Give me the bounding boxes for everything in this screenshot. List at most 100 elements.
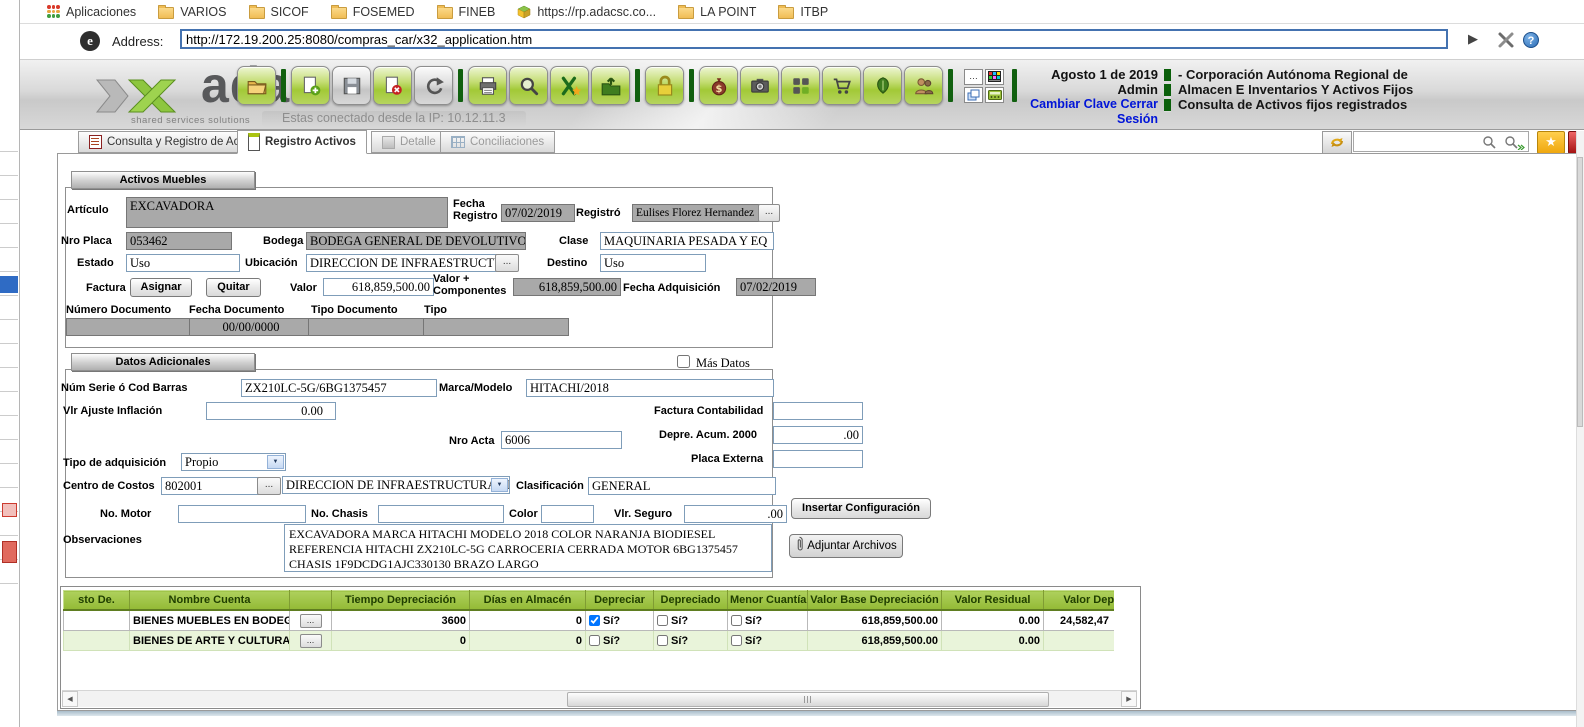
col-nombre-cuenta[interactable]: Nombre Cuenta [130, 591, 290, 611]
depreciar-checkbox[interactable] [589, 635, 600, 646]
scroll-right-arrow[interactable]: ▶ [1121, 691, 1137, 707]
col-depreciado[interactable]: Depreciado [654, 591, 728, 611]
undo-icon[interactable] [414, 66, 453, 105]
mas-datos-checkbox[interactable] [677, 355, 690, 368]
copy-pages-icon[interactable] [964, 87, 983, 103]
ubicacion-lookup-button[interactable]: ... [495, 254, 519, 272]
org-line-2: Almacen E Inventarios Y Activos Fijos [1178, 82, 1413, 97]
row-lookup-button[interactable]: ... [300, 634, 322, 648]
col-valor-residual[interactable]: Valor Residual [942, 591, 1044, 611]
observaciones-field[interactable]: EXCAVADORA MARCA HITACHI MODELO 2018 COL… [284, 524, 772, 572]
bookmark-adacsc[interactable]: https://rp.adacsc.co... [506, 5, 667, 19]
depre-acum-field[interactable]: .00 [773, 426, 863, 444]
delete-document-icon[interactable] [373, 66, 412, 105]
registro-lookup-button[interactable]: ... [758, 204, 780, 222]
menor-cuantia-checkbox[interactable] [731, 615, 742, 626]
horizontal-scrollbar[interactable]: ◀ ▶ [62, 690, 1137, 707]
row-lookup-button[interactable]: ... [300, 614, 322, 628]
help-icon[interactable]: ? [1523, 32, 1539, 48]
quitar-button[interactable]: Quitar [206, 278, 261, 297]
bookmark-lapoint[interactable]: LA POINT [667, 5, 767, 19]
logout-link[interactable]: Cerrar Sesión [1117, 97, 1158, 126]
vlr-ajuste-field[interactable]: 0.00 [206, 402, 336, 420]
col-gasto-de[interactable]: sto De. [64, 591, 130, 611]
change-password-link[interactable]: Cambiar Clave [1030, 97, 1117, 111]
depreciado-checkbox[interactable] [657, 635, 668, 646]
menor-cuantia-checkbox[interactable] [731, 635, 742, 646]
tab-detalle[interactable]: Detalle [371, 131, 447, 153]
placa-externa-field[interactable] [773, 450, 863, 468]
tipo-adquisicion-select[interactable]: Propio▼ [181, 453, 286, 471]
money-icon[interactable]: $ [699, 66, 738, 105]
ubicacion-field[interactable]: DIRECCION DE INFRAESTRUCTU [306, 254, 497, 272]
eco-hand-icon[interactable] [863, 66, 902, 105]
chevron-down-icon[interactable]: ▼ [491, 478, 508, 492]
col-dias-almacen[interactable]: Días en Almacén [470, 591, 586, 611]
insertar-configuracion-button[interactable]: Insertar Configuración [791, 498, 931, 519]
factura-contabilidad-field[interactable] [773, 402, 863, 420]
no-motor-field[interactable] [178, 505, 306, 523]
asignar-button[interactable]: Asignar [130, 278, 192, 297]
search-icon[interactable] [509, 66, 548, 105]
estado-field[interactable]: Uso [126, 254, 240, 272]
col-valor-depreciacion[interactable]: Valor Depreci [1044, 591, 1115, 611]
refresh-button[interactable] [1322, 131, 1352, 154]
favorite-button[interactable]: ★ [1537, 131, 1565, 154]
new-document-icon[interactable] [291, 66, 330, 105]
clasificacion-field[interactable]: GENERAL [588, 477, 776, 495]
bookmark-sicof[interactable]: SICOF [238, 5, 320, 19]
destino-field[interactable]: Uso [600, 254, 706, 272]
chevron-down-icon[interactable]: ▼ [267, 455, 284, 469]
scroll-left-arrow[interactable]: ◀ [62, 691, 78, 707]
depreciar-checkbox[interactable] [589, 615, 600, 626]
lock-icon[interactable] [645, 66, 684, 105]
marca-modelo-field[interactable]: HITACHI/2018 [526, 379, 774, 397]
centro-costos-select[interactable]: DIRECCION DE INFRAESTRUCTURA AM▼ [282, 476, 510, 494]
centro-costos-lookup-button[interactable]: ... [257, 477, 281, 495]
num-serie-field[interactable]: ZX210LC-5G/6BG1375457 [241, 379, 437, 397]
save-icon[interactable] [332, 66, 371, 105]
depreciado-checkbox[interactable] [657, 615, 668, 626]
valor-field[interactable]: 618,859,500.00 [323, 278, 434, 296]
import-folder-icon[interactable] [591, 66, 630, 105]
table-row[interactable]: BIENES MUEBLES EN BODEGA ... 3600 0 Sí? … [64, 610, 1115, 631]
clase-field[interactable]: MAQUINARIA PESADA Y EQ [600, 232, 774, 250]
open-folder-icon[interactable] [237, 66, 276, 105]
no-chasis-field[interactable] [378, 505, 504, 523]
bookmark-itbp[interactable]: ITBP [767, 5, 839, 19]
col-tiempo-depreciacion[interactable]: Tiempo Depreciación [332, 591, 470, 611]
vlr-seguro-field[interactable]: .00 [684, 505, 787, 523]
table-row[interactable]: BIENES DE ARTE Y CULTURA ... 0 0 Sí? Sí?… [64, 631, 1115, 651]
bookmark-apps[interactable]: Aplicaciones [36, 5, 147, 19]
tab-registro-activos[interactable]: Registro Activos [237, 130, 367, 154]
cell-valor-base: 618,859,500.00 [808, 631, 942, 651]
nro-acta-field[interactable]: 6006 [501, 431, 622, 449]
bookmark-fineb[interactable]: FINEB [426, 5, 507, 19]
bookmark-fosemed[interactable]: FOSEMED [320, 5, 426, 19]
tab-conciliaciones[interactable]: Conciliaciones [440, 131, 555, 153]
address-input[interactable] [180, 29, 1448, 49]
bookmark-varios[interactable]: VARIOS [147, 5, 237, 19]
tools-icon[interactable] [1496, 30, 1516, 50]
color-field[interactable] [541, 505, 594, 523]
col-menor-cuantia[interactable]: Menor Cuantía [728, 591, 808, 611]
bookmark-label: FOSEMED [353, 5, 415, 19]
scrollbar-thumb[interactable] [567, 692, 1049, 707]
go-arrow-icon[interactable]: ▶ [1468, 31, 1478, 47]
search-next-icon[interactable] [1504, 135, 1526, 150]
adjuntar-archivos-button[interactable]: Adjuntar Archivos [789, 534, 903, 558]
more-options-icon[interactable]: … [964, 69, 983, 85]
quick-search-input[interactable] [1356, 134, 1480, 151]
camera-icon[interactable] [740, 66, 779, 105]
cart-icon[interactable] [822, 66, 861, 105]
vertical-scrollbar[interactable] [1576, 131, 1584, 727]
centro-costos-code-field[interactable]: 802001 [161, 477, 259, 495]
users-icon[interactable] [904, 66, 943, 105]
export-excel-icon[interactable] [550, 66, 589, 105]
col-valor-base[interactable]: Valor Base Depreciación [808, 591, 942, 611]
modules-grid-icon[interactable] [781, 66, 820, 105]
col-depreciar[interactable]: Depreciar [586, 591, 654, 611]
print-icon[interactable] [468, 66, 507, 105]
search-icon[interactable] [1482, 135, 1497, 150]
vertical-scrollbar-thumb[interactable] [1577, 157, 1583, 427]
